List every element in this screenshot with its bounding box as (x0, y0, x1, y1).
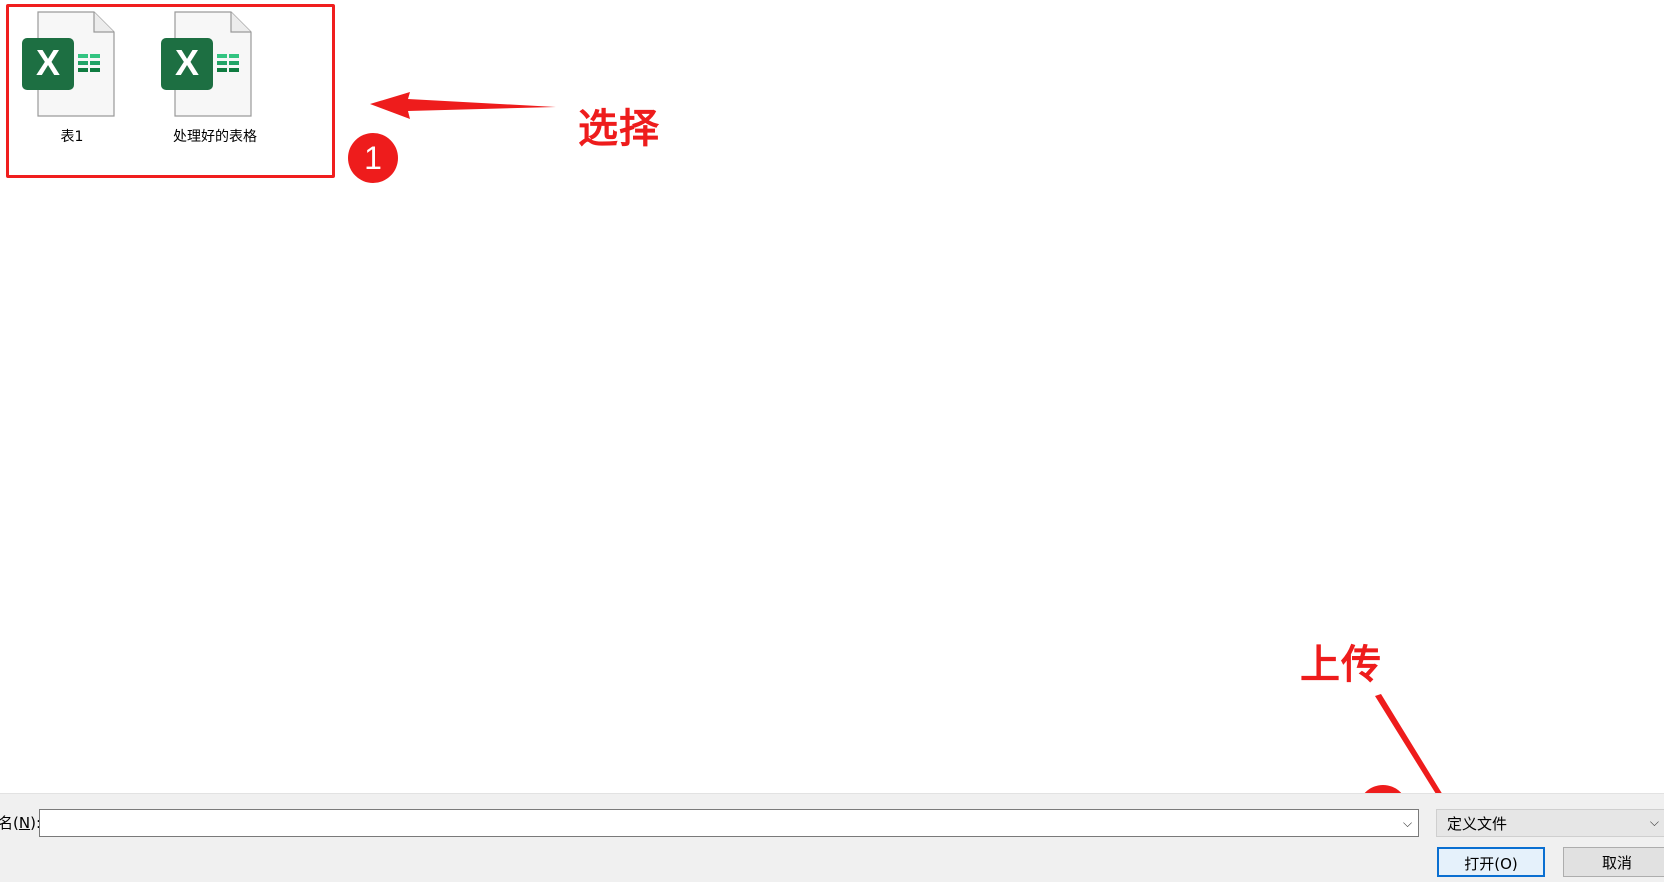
filename-input[interactable] (39, 809, 1419, 837)
cancel-button[interactable]: 取消 (1563, 847, 1664, 877)
chevron-down-icon: ⌵ (1649, 815, 1659, 829)
open-button[interactable]: 打开(O) (1437, 847, 1545, 877)
filename-label: 名(N): (0, 814, 41, 832)
file-type-select[interactable]: 定义文件 ⌵ (1436, 809, 1664, 837)
annotation-arrows (370, 92, 1458, 832)
dialog-bottom-bar (0, 793, 1664, 882)
file-type-value: 定义文件 (1447, 815, 1508, 833)
arrow-to-files-icon (370, 92, 556, 119)
chevron-down-icon[interactable]: ⌵ (1403, 816, 1412, 831)
